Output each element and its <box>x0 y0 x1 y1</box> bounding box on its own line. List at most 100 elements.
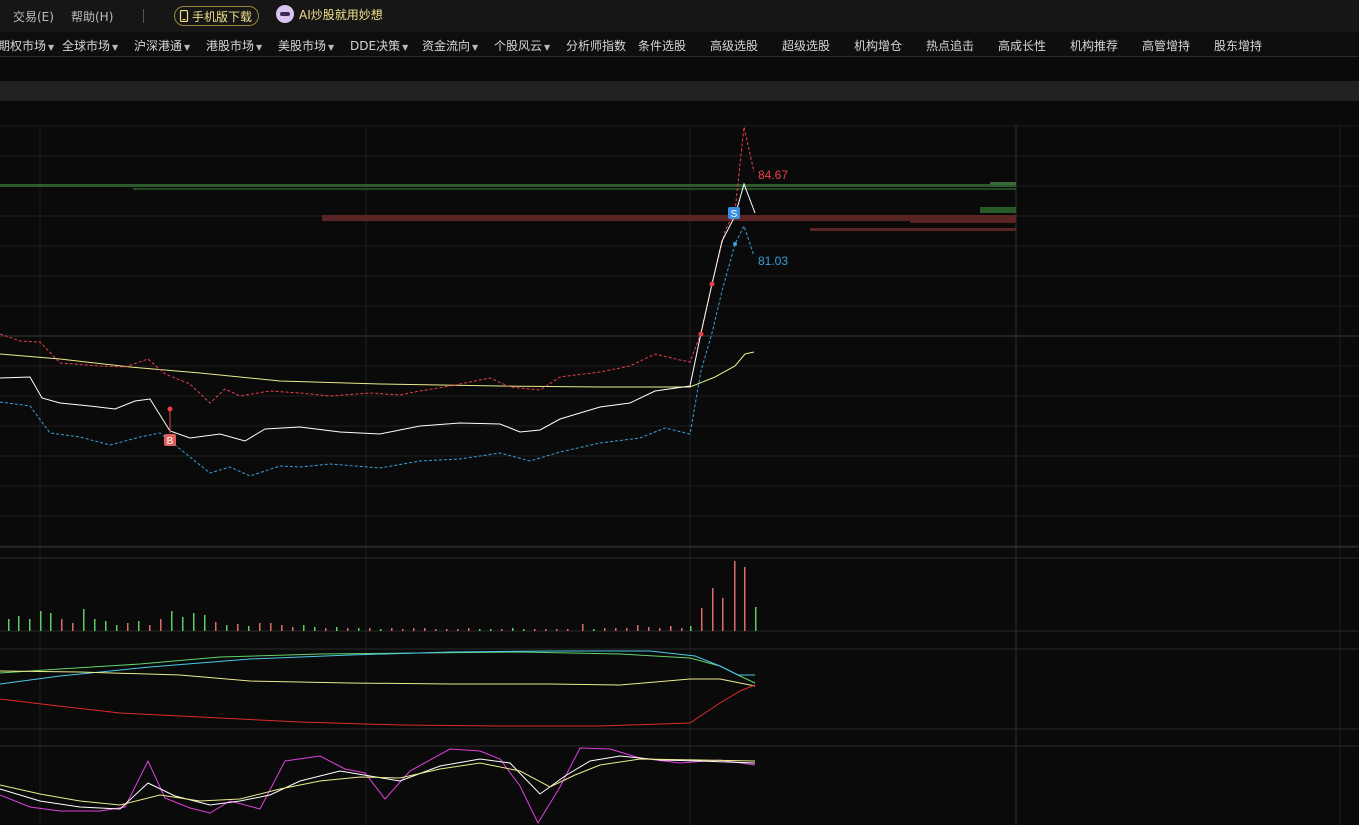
indicator-line-red <box>0 684 756 727</box>
nav-item-label: 沪深港通 <box>134 39 183 53</box>
volume-bar <box>681 628 683 631</box>
volume-bar <box>690 626 692 631</box>
signal-dot <box>709 281 715 287</box>
nav-item-7[interactable]: 个股风云 ▼ <box>494 37 550 54</box>
nav-item-13[interactable]: 热点追击 <box>926 37 974 54</box>
volume-bar <box>468 628 470 631</box>
volume-bar <box>138 621 140 631</box>
nav-item-1[interactable]: 全球市场 ▼ <box>62 37 118 54</box>
volume-bar <box>40 611 42 631</box>
lower-band-line <box>0 224 755 477</box>
volume-bar <box>226 625 228 631</box>
nav-item-label: 资金流向 <box>422 39 471 53</box>
volume-bar <box>149 625 151 631</box>
volume-bar <box>446 629 448 631</box>
volume-bar <box>204 615 206 631</box>
caret-down-icon: ▼ <box>256 43 263 52</box>
nav-item-5[interactable]: DDE决策 ▼ <box>350 37 408 54</box>
nav-item-label: 美股市场 <box>278 39 327 53</box>
volume-profile-bar <box>133 188 1016 190</box>
caret-down-icon: ▼ <box>184 43 191 52</box>
nav-item-label: 个股风云 <box>494 39 543 53</box>
volume-bar <box>490 629 492 631</box>
upper-band-value: 84.67 <box>758 168 788 182</box>
volume-bar <box>347 628 349 631</box>
indicator-line-cyan <box>0 650 755 685</box>
nav-item-3[interactable]: 港股市场 ▼ <box>206 37 262 54</box>
volume-bar <box>637 625 639 631</box>
volume-bar <box>160 619 162 631</box>
nav-item-16[interactable]: 高管增持 <box>1142 37 1190 54</box>
volume-bar <box>626 628 628 631</box>
volume-bar <box>755 607 757 631</box>
volume-bar <box>593 629 595 631</box>
nav-item-17[interactable]: 股东增持 <box>1214 37 1262 54</box>
nav-item-label: 条件选股 <box>638 39 687 53</box>
volume-bar <box>281 625 283 631</box>
menu-help[interactable]: 帮助(H) <box>71 8 113 25</box>
title-bar: 交易(E) 帮助(H) 手机版下载 AI炒股就用妙想 <box>0 0 1359 33</box>
volume-bar <box>523 629 525 631</box>
nav-item-11[interactable]: 超级选股 <box>782 37 830 54</box>
upper-band-line <box>0 126 755 404</box>
volume-bar <box>72 623 74 631</box>
nav-item-10[interactable]: 高级选股 <box>710 37 758 54</box>
caret-down-icon: ▼ <box>48 43 55 52</box>
kline-chart[interactable]: B S 84.67 81.03 <box>0 101 1359 825</box>
volume-bar <box>501 629 503 631</box>
volume-bar <box>413 628 415 631</box>
volume-bar <box>325 628 327 631</box>
phone-icon <box>179 10 189 22</box>
volume-bar <box>237 624 239 631</box>
nav-item-9[interactable]: 条件选股 <box>638 37 686 54</box>
lower-band-value: 81.03 <box>758 254 788 268</box>
volume-profile-bar <box>990 182 1016 185</box>
volume-bar <box>648 627 650 631</box>
volume-bar <box>314 627 316 631</box>
volume-bar <box>29 619 31 631</box>
ai-promo-link[interactable]: AI炒股就用妙想 <box>276 5 383 23</box>
volume-profile-bar <box>0 184 1016 187</box>
nav-item-8[interactable]: 分析师指数 <box>566 37 626 54</box>
volume-bar <box>457 629 459 631</box>
mobile-download-button[interactable]: 手机版下载 <box>174 6 260 26</box>
volume-bar <box>336 627 338 631</box>
volume-profile-bar <box>910 220 1016 223</box>
volume-bar <box>358 628 360 631</box>
nav-item-12[interactable]: 机构增仓 <box>854 37 902 54</box>
buy-marker-label: B <box>167 436 174 447</box>
volume-profile-bar <box>980 207 1016 213</box>
nav-item-4[interactable]: 美股市场 ▼ <box>278 37 334 54</box>
volume-bar <box>105 621 107 631</box>
volume-bar <box>582 624 584 631</box>
nav-item-label: 热点追击 <box>926 39 975 53</box>
nav-item-label: 期权市场 <box>0 39 47 53</box>
volume-bar <box>83 609 85 631</box>
volume-bar <box>479 629 481 631</box>
kdj-d-line <box>0 758 756 806</box>
caret-down-icon: ▼ <box>544 43 551 52</box>
menu-trade[interactable]: 交易(E) <box>13 8 54 25</box>
nav-item-14[interactable]: 高成长性 <box>998 37 1046 54</box>
volume-bar <box>369 628 371 631</box>
caret-down-icon: ▼ <box>112 43 119 52</box>
nav-item-0[interactable]: 期权市场 ▼ <box>0 37 54 54</box>
volume-bar <box>615 628 617 631</box>
volume-bar <box>670 626 672 631</box>
caret-down-icon: ▼ <box>402 43 409 52</box>
volume-profile-bar <box>810 228 1016 231</box>
volume-bar <box>556 629 558 631</box>
volume-bar <box>292 627 294 631</box>
chart-header-strip <box>0 81 1359 101</box>
nav-item-label: 机构增仓 <box>854 39 903 53</box>
volume-bar <box>545 629 547 631</box>
volume-bar <box>215 622 217 631</box>
volume-bar <box>604 628 606 631</box>
nav-item-6[interactable]: 资金流向 ▼ <box>422 37 478 54</box>
volume-bar <box>567 629 569 631</box>
nav-item-2[interactable]: 沪深港通 ▼ <box>134 37 190 54</box>
nav-item-15[interactable]: 机构推荐 <box>1070 37 1118 54</box>
volume-bar <box>270 623 272 631</box>
nav-item-label: 高管增持 <box>1142 39 1191 53</box>
nav-item-label: 超级选股 <box>782 39 831 53</box>
